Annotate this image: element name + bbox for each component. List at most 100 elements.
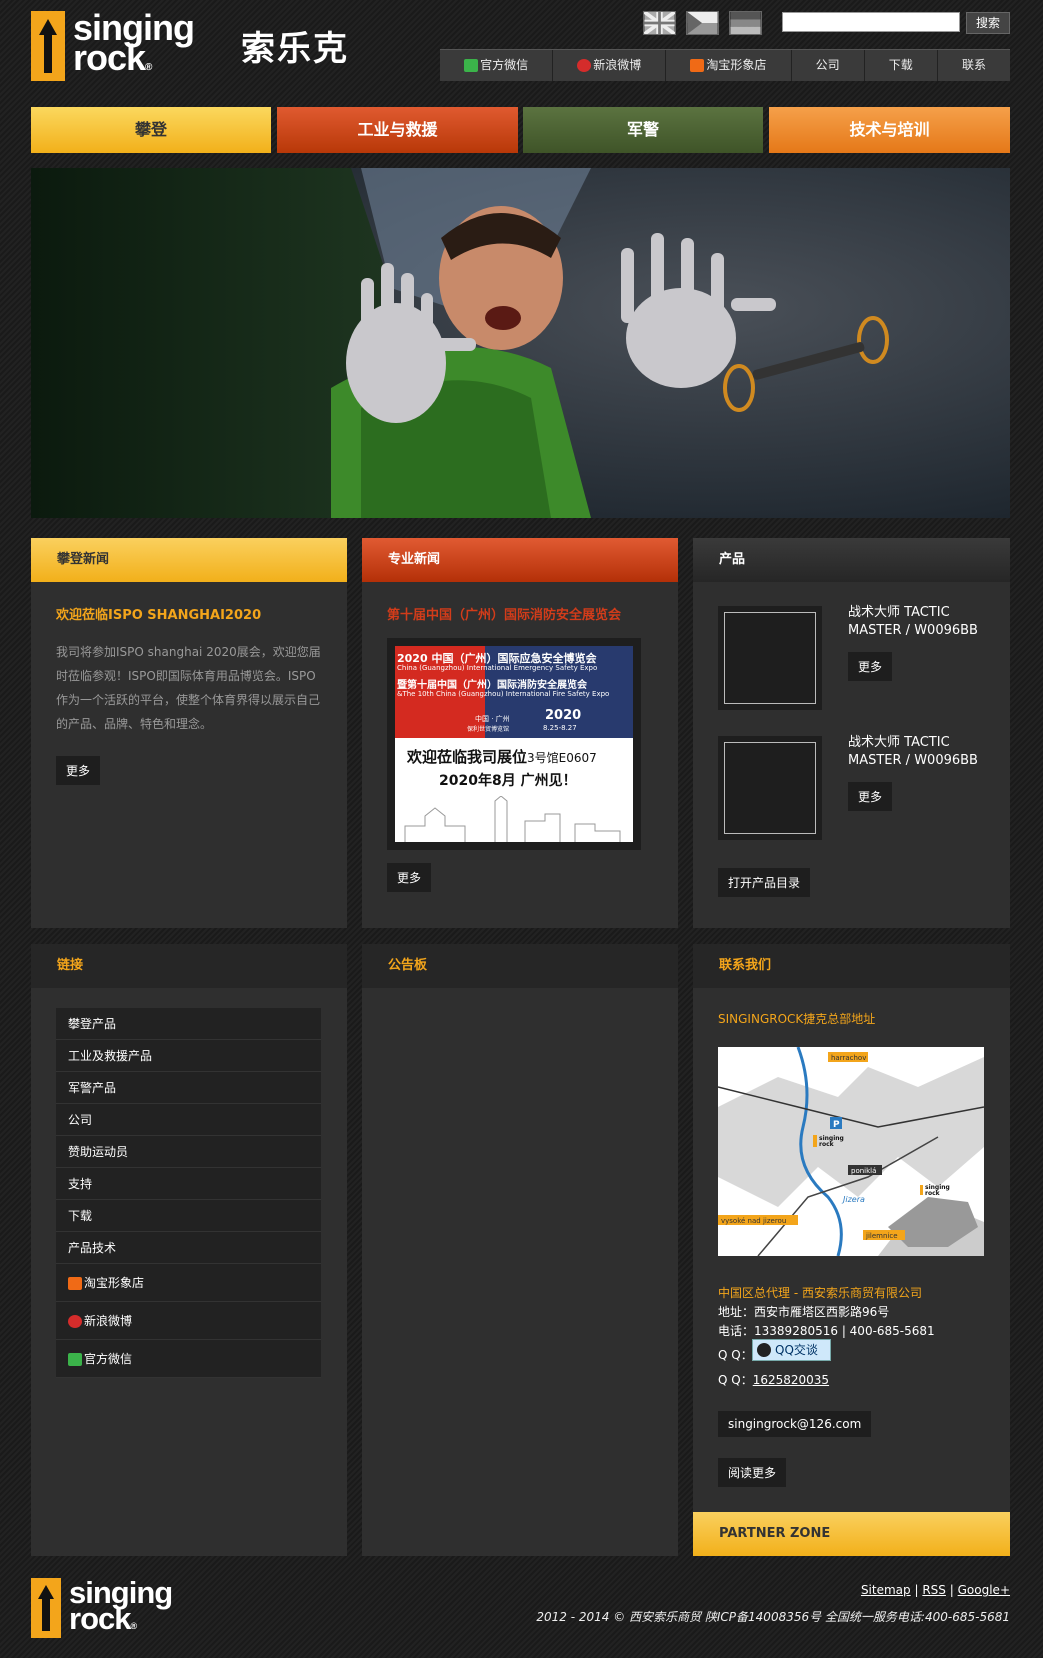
qq-chat-button[interactable]: QQ交谈 <box>752 1339 831 1361</box>
links-title: 链接 <box>31 944 347 988</box>
hq-address-label[interactable]: SINGINGROCK捷克总部地址 <box>718 1010 875 1027</box>
english-flag-icon[interactable] <box>643 11 676 35</box>
sitemap-link[interactable]: Sitemap <box>861 1583 911 1597</box>
link-product-tech[interactable]: 产品技术 <box>56 1232 321 1264</box>
nav-weibo[interactable]: 新浪微博 <box>553 50 667 81</box>
product-image-2[interactable] <box>718 736 822 840</box>
pro-news-panel: 专业新闻 第十届中国（广州）国际消防安全展览会 2020 中国（广州）国际应急安… <box>362 538 678 928</box>
hq-map-image[interactable]: harrachov poniklá Jizera vysoké nad jize… <box>718 1047 984 1256</box>
search-button[interactable]: 搜索 <box>966 12 1010 34</box>
product-name-2[interactable]: 战术大师 TACTIC MASTER / W0096BB <box>848 734 988 770</box>
category-climbing[interactable]: 攀登 <box>31 107 271 153</box>
news-body: 我司将参加ISPO shanghai 2020展会，欢迎您届时莅临参观！ISPO… <box>56 645 321 731</box>
wechat-icon <box>464 59 479 72</box>
links-panel: 链接 攀登产品 工业及救援产品 军警产品 公司 赞助运动员 支持 下载 产品技术… <box>31 944 347 1556</box>
svg-text:rock: rock <box>819 1141 835 1148</box>
link-taobao[interactable]: 淘宝形象店 <box>56 1264 321 1302</box>
poster-venue: 保利世贸博览馆 <box>467 726 510 733</box>
brand-logo[interactable]: singing rock® 索乐克 <box>31 7 351 81</box>
pro-news-more-button[interactable]: 更多 <box>387 863 432 892</box>
pro-news-title: 专业新闻 <box>362 538 678 582</box>
map-ponikla: poniklá <box>851 1167 876 1175</box>
nav-company[interactable]: 公司 <box>792 50 865 81</box>
nav-download[interactable]: 下载 <box>865 50 938 81</box>
svg-text:rock: rock <box>925 1190 941 1197</box>
guangzhou-skyline-icon <box>404 796 621 842</box>
product-image-1[interactable] <box>718 606 822 710</box>
bulletin-panel: 公告板 <box>362 944 678 1556</box>
german-flag-icon[interactable] <box>729 11 762 35</box>
qq-number-link[interactable]: 1625820035 <box>753 1373 829 1387</box>
logo-chinese: 索乐克 <box>241 29 349 69</box>
product-more-button-1[interactable]: 更多 <box>848 652 893 681</box>
logo-arrow-icon <box>39 19 57 73</box>
nav-contact[interactable]: 联系 <box>938 50 1010 81</box>
footer-wordmark: singing rock® <box>69 1575 173 1636</box>
agent-address: 地址：西安市雁塔区西影路96号 <box>718 1305 890 1319</box>
contact-title: 联系我们 <box>693 944 1010 988</box>
agent-name: 中国区总代理 - 西安索乐商贸有限公司 <box>718 1286 922 1300</box>
qq-penguin-icon <box>757 1343 771 1357</box>
links-list: 攀登产品 工业及救援产品 军警产品 公司 赞助运动员 支持 下载 产品技术 淘宝… <box>56 1008 321 1378</box>
taobao-icon <box>68 1277 82 1290</box>
product-more-button-2[interactable]: 更多 <box>848 782 893 811</box>
link-military-products[interactable]: 军警产品 <box>56 1072 321 1104</box>
contact-panel: 联系我们 SINGINGROCK捷克总部地址 harrachov poniklá… <box>693 944 1010 1556</box>
czech-flag-icon[interactable] <box>686 11 719 35</box>
svg-text:P: P <box>833 1120 840 1130</box>
qq-label: Q Q： <box>718 1348 753 1362</box>
link-industry-products[interactable]: 工业及救援产品 <box>56 1040 321 1072</box>
nav-wechat[interactable]: 官方微信 <box>440 50 554 81</box>
taobao-icon <box>690 59 705 72</box>
poster-line4: &The 10th China (Guangzhou) Internationa… <box>397 690 610 698</box>
products-title: 产品 <box>693 538 1010 582</box>
poster-line2: China (Guangzhou) International Emergenc… <box>397 664 598 672</box>
partner-zone-button[interactable]: PARTNER ZONE <box>693 1512 1010 1556</box>
weibo-icon <box>577 59 592 72</box>
expo-poster[interactable]: 2020 中国（广州）国际应急安全博览会 China (Guangzhou) I… <box>387 638 641 850</box>
link-support[interactable]: 支持 <box>56 1168 321 1200</box>
rss-link[interactable]: RSS <box>922 1583 946 1597</box>
category-industry-rescue[interactable]: 工业与救援 <box>277 107 518 153</box>
news-headline[interactable]: 欢迎莅临ISPO SHANGHAI2020 <box>56 604 261 623</box>
hero-banner <box>31 168 1010 518</box>
poster-year: 2020 <box>545 708 582 723</box>
bulletin-title: 公告板 <box>362 944 678 988</box>
link-climbing-products[interactable]: 攀登产品 <box>56 1008 321 1040</box>
poster-dates: 8.25-8.27 <box>543 724 577 732</box>
link-wechat[interactable]: 官方微信 <box>56 1340 321 1378</box>
category-military-police[interactable]: 军警 <box>523 107 763 153</box>
product-name-1[interactable]: 战术大师 TACTIC MASTER / W0096BB <box>848 604 988 640</box>
top-nav: 官方微信 新浪微博 淘宝形象店 公司 下载 联系 <box>440 49 1010 81</box>
news-more-button[interactable]: 更多 <box>56 756 101 785</box>
poster-location: 中国 · 广州 <box>475 715 510 723</box>
search-input[interactable] <box>782 12 960 32</box>
map-vysoke: vysoké nad jizerou <box>721 1217 786 1225</box>
link-athletes[interactable]: 赞助运动员 <box>56 1136 321 1168</box>
map-jilemnice: jilemnice <box>865 1232 898 1240</box>
agent-phone: 电话：13389280516 | 400-685-5681 <box>718 1324 935 1338</box>
poster-booth: 3号馆E0607 <box>527 751 597 765</box>
map-harrachov: harrachov <box>831 1054 866 1062</box>
footer-logo[interactable]: singing rock® <box>31 1575 211 1638</box>
google-plus-link[interactable]: Google+ <box>958 1583 1010 1597</box>
footer-links: Sitemap | RSS | Google+ <box>860 1583 1010 1597</box>
link-download[interactable]: 下载 <box>56 1200 321 1232</box>
poster-line3: 暨第十届中国（广州）国际消防安全展览会 <box>397 680 587 691</box>
link-weibo[interactable]: 新浪微博 <box>56 1302 321 1340</box>
pro-news-headline[interactable]: 第十届中国（广州）国际消防安全展览会 <box>387 604 621 623</box>
email-button[interactable]: singingrock@126.com <box>718 1411 872 1437</box>
footer-copyright: 2012 - 2014 © 西安索乐商贸 陕ICP备14008356号 全国统一… <box>536 1610 1010 1624</box>
link-company[interactable]: 公司 <box>56 1104 321 1136</box>
map-jizera: Jizera <box>841 1195 865 1204</box>
logo-wordmark: singing rock® <box>73 7 195 78</box>
weibo-icon <box>68 1315 82 1328</box>
nav-taobao[interactable]: 淘宝形象店 <box>666 50 792 81</box>
category-tech-training[interactable]: 技术与培训 <box>769 107 1010 153</box>
products-panel: 产品 战术大师 TACTIC MASTER / W0096BB 更多 战术大师 … <box>693 538 1010 928</box>
contact-more-button[interactable]: 阅读更多 <box>718 1458 787 1487</box>
climbing-news-title: 攀登新闻 <box>31 538 347 582</box>
qq2-row: Q Q：1625820035 <box>718 1373 830 1387</box>
product-catalog-button[interactable]: 打开产品目录 <box>718 868 811 897</box>
footer-logo-arrow-icon <box>38 1585 54 1631</box>
